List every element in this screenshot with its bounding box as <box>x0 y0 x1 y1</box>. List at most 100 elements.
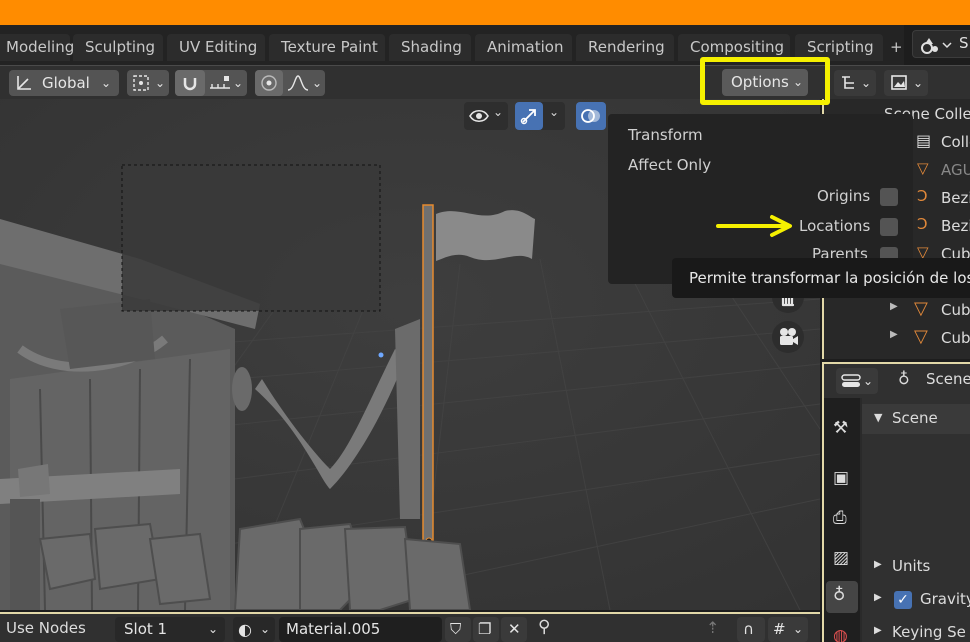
collapse-arrow-icon: ▶ <box>874 592 882 603</box>
chevron-down-icon: ⌄ <box>312 76 323 90</box>
overlays-toggle[interactable] <box>576 102 606 130</box>
keying-sets-panel-header[interactable]: ▶ Keying Se <box>862 619 970 642</box>
axis-icon <box>17 76 31 90</box>
scene-tab-active[interactable]: ♁ <box>826 581 858 613</box>
pin-icon[interactable]: ⚲ <box>538 617 550 637</box>
outliner-row[interactable]: ▶ ▽ Cube <box>824 325 970 353</box>
origins-checkbox[interactable] <box>880 188 898 206</box>
outliner-row-label: Cube <box>941 329 970 347</box>
scene-selector[interactable]: S <box>912 30 970 58</box>
world-icon[interactable]: ◍ <box>833 626 848 642</box>
transform-heading: Transform <box>628 126 703 144</box>
parent-node-tree-icon[interactable]: ⇡ <box>706 618 719 637</box>
annotation-arrow-icon <box>716 215 792 237</box>
orientation-dropdown[interactable]: Global ⌄ <box>9 70 119 96</box>
image-icon <box>891 75 907 90</box>
outliner-row-label: Cube <box>941 301 970 319</box>
mesh-icon: ▽ <box>914 326 928 347</box>
properties-content: ▼ Scene ▶ Units ▶ ✓ Gravity ▶ Keying Se <box>862 398 970 642</box>
keying-sets-label: Keying Se <box>892 623 966 641</box>
annotation-highlight-box <box>700 57 830 105</box>
proportional-editing-group[interactable]: ⌄ <box>255 70 325 96</box>
filter-dropdown[interactable]: ⌄ <box>884 70 928 96</box>
pivot-point-dropdown[interactable]: ⌄ <box>127 70 169 96</box>
chevron-down-icon: ⌄ <box>233 76 244 90</box>
tab-shading[interactable]: Shading <box>389 34 471 61</box>
collapse-arrow-icon: ▶ <box>874 625 882 636</box>
duplicate-material-button[interactable]: ❐ <box>473 617 499 642</box>
proportional-icon <box>261 75 277 91</box>
falloff-curve-icon <box>287 75 309 91</box>
viewport-header: Global ⌄ ⌄ ⌄ ⌄ Options ⌄ <box>0 65 820 99</box>
output-settings-icon[interactable]: ⎙ <box>833 508 847 528</box>
snap-group[interactable]: ⌄ <box>175 70 247 96</box>
gizmo-dropdown[interactable]: ⌄ <box>515 102 565 130</box>
orientation-label: Global <box>42 74 90 92</box>
outliner-row-label: Bezi <box>941 189 970 207</box>
properties-context-label: Scene <box>926 370 970 388</box>
snap-toggle-bottom[interactable]: ∩ <box>737 617 765 642</box>
object-visibility-dropdown[interactable]: ⌄ <box>464 102 508 130</box>
snap-toggle[interactable] <box>175 70 205 96</box>
use-nodes-toggle[interactable]: Use Nodes <box>6 619 86 637</box>
outliner-header: ⌄ ⌄ <box>820 65 970 99</box>
slot-dropdown[interactable]: Slot 1 ⌄ <box>115 617 225 642</box>
tab-rendering[interactable]: Rendering <box>576 34 674 61</box>
chevron-down-icon: ⌄ <box>863 374 874 388</box>
fake-user-button[interactable]: ⛉ <box>445 617 471 642</box>
view-layer-icon[interactable]: ▨ <box>833 548 849 568</box>
chevron-down-icon: ⌄ <box>101 76 112 90</box>
material-name: Material.005 <box>286 620 381 638</box>
camera-icon <box>780 328 798 345</box>
editor-type-dropdown[interactable]: ⌄ <box>836 368 878 394</box>
chevron-down-icon: ⌄ <box>155 76 166 90</box>
tab-sculpting[interactable]: Sculpting <box>73 34 163 61</box>
render-settings-icon[interactable]: ▣ <box>833 468 849 488</box>
scene-panel-header[interactable]: ▼ Scene <box>862 404 970 434</box>
scene-panel-title: Scene <box>892 409 938 427</box>
outliner-row-label: AGU <box>941 161 970 179</box>
tab-uv-editing[interactable]: UV Editing <box>167 34 265 61</box>
mesh-icon: ▽ <box>917 159 929 177</box>
chevron-down-icon: ⌄ <box>208 622 219 636</box>
unlink-material-button[interactable]: ✕ <box>501 617 527 642</box>
gizmo-toggle[interactable] <box>515 102 543 130</box>
mesh-icon: ▽ <box>914 298 928 319</box>
properties-tabs: ⚒ ▣ ⎙ ▨ ♁ ◍ <box>824 398 860 642</box>
outliner-row-label: Bezi <box>941 217 970 235</box>
chevron-down-icon: ⌄ <box>493 105 504 119</box>
camera-view-button[interactable] <box>772 321 804 353</box>
display-mode-dropdown[interactable]: ⌄ <box>834 70 876 96</box>
outliner-row-label: Colle <box>941 133 970 151</box>
snap-element-dropdown[interactable]: # ⌄ <box>768 617 808 642</box>
gravity-panel-header[interactable]: ▶ ✓ Gravity <box>862 586 970 614</box>
units-label: Units <box>892 557 931 575</box>
snap-increment-icon <box>210 76 230 89</box>
copy-icon: ❐ <box>478 620 492 638</box>
chevron-down-icon: ⌄ <box>861 76 872 90</box>
tab-modeling[interactable]: Modeling <box>0 34 74 61</box>
units-panel-header[interactable]: ▶ Units <box>862 553 970 581</box>
pivot-icon <box>133 75 149 91</box>
curve-icon: Ↄ <box>917 187 928 205</box>
gravity-checkbox[interactable]: ✓ <box>894 591 912 609</box>
shield-icon: ⛉ <box>450 620 462 638</box>
proportional-toggle[interactable] <box>255 70 283 96</box>
chevron-down-icon: ⌄ <box>260 622 271 636</box>
material-browse-dropdown[interactable]: ◐ ⌄ <box>233 617 275 642</box>
outliner-row[interactable]: ▶ ▽ Cube <box>824 297 970 325</box>
material-name-field[interactable]: Material.005 <box>279 617 442 642</box>
tab-animation[interactable]: Animation <box>475 34 572 61</box>
expand-arrow-icon: ▶ <box>890 329 898 340</box>
tab-texture-paint[interactable]: Texture Paint <box>269 34 385 61</box>
gravity-label: Gravity <box>920 590 970 608</box>
top-orange-bar <box>0 0 970 25</box>
close-icon: ✕ <box>508 620 521 638</box>
expand-arrow-icon: ▼ <box>874 411 883 424</box>
tool-settings-icon[interactable]: ⚒ <box>833 418 848 438</box>
scene-icon: ♁ <box>833 585 846 605</box>
add-workspace-button[interactable]: + <box>886 34 906 61</box>
scene-icon: ♁ <box>898 369 910 388</box>
chevron-down-icon: ⌄ <box>549 105 560 119</box>
locations-checkbox[interactable] <box>880 218 898 236</box>
